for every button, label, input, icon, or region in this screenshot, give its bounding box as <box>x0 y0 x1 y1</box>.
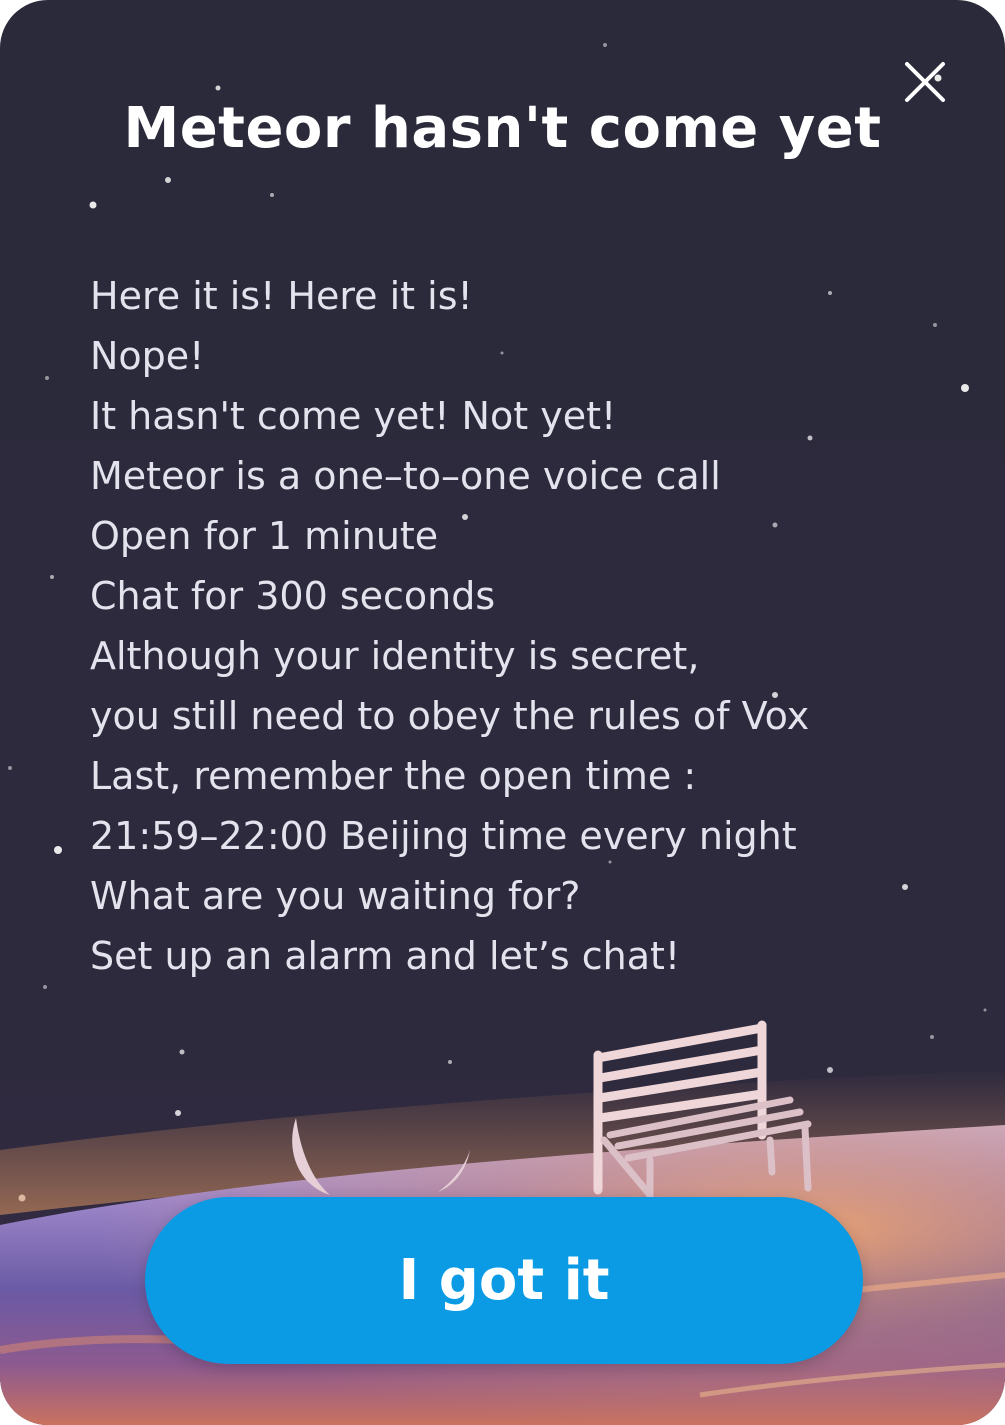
message-line: Chat for 300 seconds <box>90 574 496 618</box>
message-line: Meteor is a one–to–one voice call <box>90 454 721 498</box>
got-it-button[interactable]: I got it <box>145 1197 863 1364</box>
message-line: Nope! <box>90 334 205 378</box>
message-line: Here it is! Here it is! <box>90 274 473 318</box>
message-line: Set up an alarm and let’s chat! <box>90 934 681 978</box>
dialog-title: Meteor hasn't come yet <box>123 96 882 161</box>
message-line: It hasn't come yet! Not yet! <box>90 394 617 438</box>
message-line: 21:59–22:00 Beijing time every night <box>90 814 797 858</box>
message-line: Open for 1 minute <box>90 514 439 558</box>
dialog-message: Here it is! Here it is! Nope! It hasn't … <box>90 266 930 986</box>
message-line: Last, remember the open time : <box>90 754 697 798</box>
message-line: you still need to obey the rules of Vox <box>90 694 810 738</box>
message-line: What are you waiting for? <box>90 874 581 918</box>
message-line: Although your identity is secret, <box>90 634 700 678</box>
meteor-dialog: Meteor hasn't come yet Here it is! Here … <box>0 0 1005 1425</box>
